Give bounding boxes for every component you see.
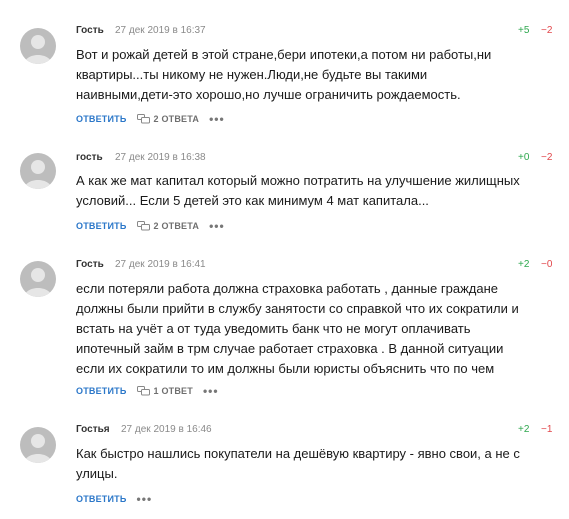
user-avatar-icon xyxy=(24,35,52,64)
speech-bubbles-icon xyxy=(136,114,150,124)
more-dots-icon[interactable]: ••• xyxy=(203,385,219,397)
comment-text-line: встать на учёт а от туда уведомить банк … xyxy=(76,321,471,336)
avatar[interactable] xyxy=(20,153,56,189)
user-avatar-icon xyxy=(24,434,52,463)
replies-count: 2 ОТВЕТА xyxy=(153,114,200,124)
comment-actions: ОТВЕТИТЬ 2 ОТВЕТА ••• xyxy=(76,112,225,126)
comment-text-line: должны были прийти в службу занятости со… xyxy=(76,301,519,316)
downvote-count[interactable]: −2 xyxy=(541,152,552,163)
replies-link[interactable]: 2 ОТВЕТА xyxy=(136,221,200,231)
upvote-count[interactable]: +2 xyxy=(518,259,529,270)
replies-link[interactable]: 1 ОТВЕТ xyxy=(136,386,193,396)
comment-text: если потеряли работа должна страховка ра… xyxy=(76,279,552,379)
comment-text-line: Как быстро нашлись покупатели на дешёвую… xyxy=(76,446,520,461)
replies-count: 1 ОТВЕТ xyxy=(153,386,193,396)
comment-actions: ОТВЕТИТЬ ••• xyxy=(76,492,152,506)
replies-count: 2 ОТВЕТА xyxy=(153,221,200,231)
comment-text: А как же мат капитал который можно потра… xyxy=(76,171,552,211)
more-dots-icon[interactable]: ••• xyxy=(209,220,225,232)
avatar[interactable] xyxy=(20,427,56,463)
comment-author[interactable]: Гостья xyxy=(76,424,110,435)
reply-button[interactable]: ОТВЕТИТЬ xyxy=(76,114,127,124)
more-dots-icon[interactable]: ••• xyxy=(137,493,153,505)
user-avatar-icon xyxy=(24,160,52,189)
upvote-count[interactable]: +0 xyxy=(518,152,529,163)
reply-button[interactable]: ОТВЕТИТЬ xyxy=(76,386,127,396)
replies-link[interactable]: 2 ОТВЕТА xyxy=(136,114,200,124)
comment-author[interactable]: Гость xyxy=(76,25,104,36)
comment-text-line: условий... Если 5 детей это как минимум … xyxy=(76,193,429,208)
avatar[interactable] xyxy=(20,28,56,64)
comment-text: Вот и рожай детей в этой стране,бери ипо… xyxy=(76,45,552,105)
comment-actions: ОТВЕТИТЬ 1 ОТВЕТ ••• xyxy=(76,384,219,398)
comment-author[interactable]: Гость xyxy=(76,259,104,270)
reply-button[interactable]: ОТВЕТИТЬ xyxy=(76,494,127,504)
downvote-count[interactable]: −1 xyxy=(541,424,552,435)
comment-text-line: Вот и рожай детей в этой стране,бери ипо… xyxy=(76,47,492,62)
downvote-count[interactable]: −2 xyxy=(541,25,552,36)
user-avatar-icon xyxy=(24,268,52,297)
upvote-count[interactable]: +5 xyxy=(518,25,529,36)
comment-text: Как быстро нашлись покупатели на дешёвую… xyxy=(76,444,552,484)
comment-timestamp: 27 дек 2019 в 16:41 xyxy=(115,259,206,270)
comment-text-line: ипотечный займ в трм случае работает стр… xyxy=(76,341,504,356)
comment-text-line: если потеряли работа должна страховка ра… xyxy=(76,281,498,296)
avatar[interactable] xyxy=(20,261,56,297)
speech-bubbles-icon xyxy=(136,386,150,396)
upvote-count[interactable]: +2 xyxy=(518,424,529,435)
comment-timestamp: 27 дек 2019 в 16:37 xyxy=(115,25,206,36)
comment-text-line: квартиры...ты никому не нужен.Люди,не бу… xyxy=(76,67,428,82)
speech-bubbles-icon xyxy=(136,221,150,231)
more-dots-icon[interactable]: ••• xyxy=(209,113,225,125)
comment-actions: ОТВЕТИТЬ 2 ОТВЕТА ••• xyxy=(76,219,225,233)
comment-timestamp: 27 дек 2019 в 16:46 xyxy=(121,424,212,435)
comment-text-line: наивными,дети-это хорошо,но лучше ограни… xyxy=(76,87,461,102)
downvote-count[interactable]: −0 xyxy=(541,259,552,270)
comment-author[interactable]: гость xyxy=(76,152,103,163)
comment-timestamp: 27 дек 2019 в 16:38 xyxy=(115,152,206,163)
comment-text-line: А как же мат капитал который можно потра… xyxy=(76,173,520,188)
reply-button[interactable]: ОТВЕТИТЬ xyxy=(76,221,127,231)
comment-text-line: если их сократили то им должны были юрис… xyxy=(76,361,495,376)
comment-text-line: улицы. xyxy=(76,466,118,481)
